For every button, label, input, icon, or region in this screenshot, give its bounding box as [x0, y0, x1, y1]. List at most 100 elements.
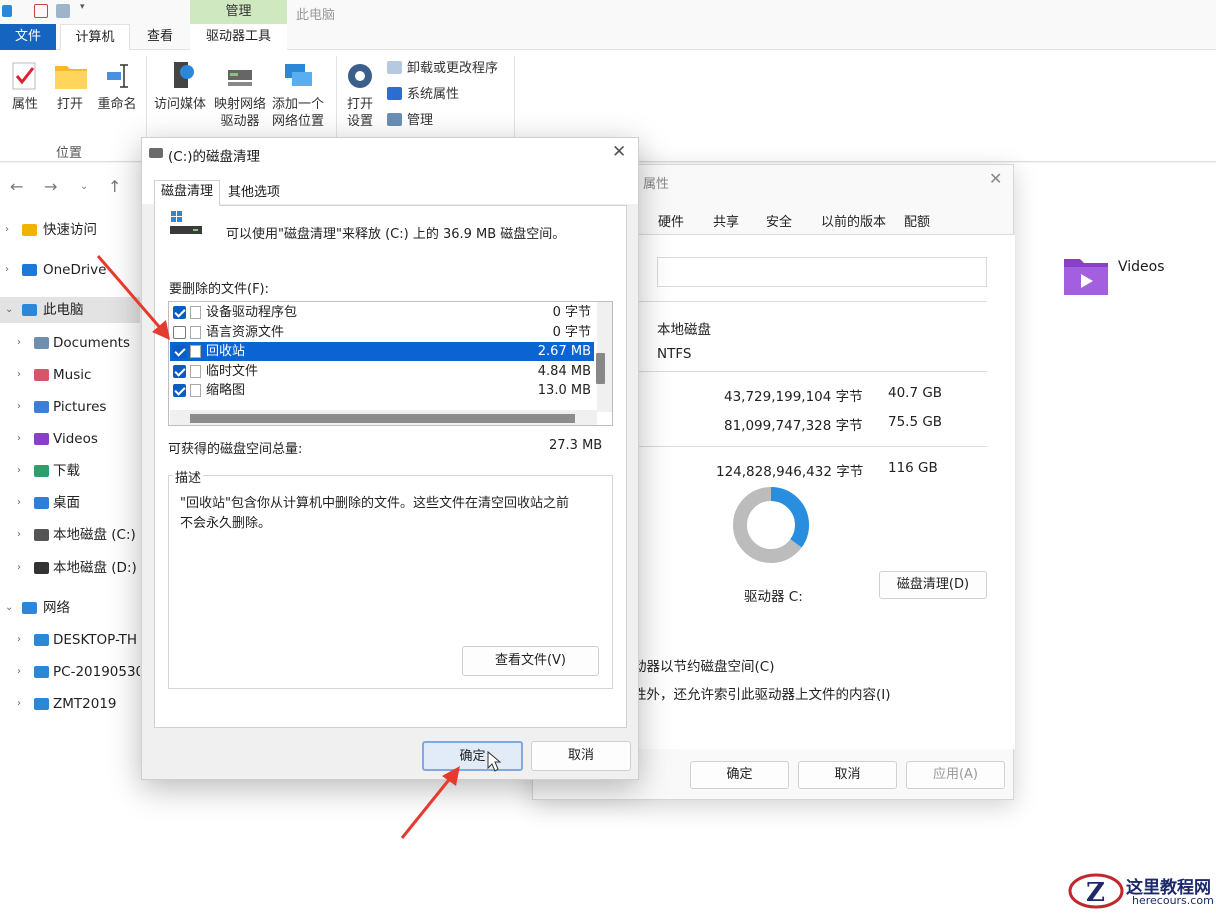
properties-button[interactable]: 属性 [6, 50, 44, 113]
checkbox[interactable] [173, 384, 186, 397]
sidebar-item[interactable]: › Documents [0, 330, 140, 356]
file-category-row[interactable]: 缩略图 13.0 MB [170, 381, 594, 400]
index-drive-option[interactable]: 性外，还允许索引此驱动器上文件的内容(I) [633, 683, 891, 703]
disk-cleanup-button[interactable]: 磁盘清理(D) [879, 571, 987, 599]
sidebar-item[interactable]: › DESKTOP-TH [0, 627, 140, 653]
map-network-drive-button[interactable]: 映射网络 驱动器 [211, 50, 269, 130]
checkbox[interactable] [173, 306, 186, 319]
context-tab-manage[interactable]: 管理 [190, 0, 287, 24]
chevron-icon[interactable]: › [17, 394, 21, 420]
chevron-icon[interactable]: › [5, 217, 9, 243]
horizontal-scroll-thumb[interactable] [190, 414, 575, 423]
manage-button[interactable]: 管理 [387, 111, 433, 131]
sidebar-item[interactable]: › 下载 [0, 458, 140, 484]
cleanup-ok-button[interactable]: 确定 [422, 741, 523, 771]
properties-cancel-button[interactable]: 取消 [798, 761, 897, 789]
file-icon [190, 325, 201, 339]
sidebar-item[interactable]: › Music [0, 362, 140, 388]
sidebar-item-label: Pictures [53, 399, 107, 415]
file-system-value: NTFS [657, 346, 692, 362]
properties-close-icon[interactable]: ✕ [989, 169, 1002, 188]
uninstall-programs-button[interactable]: 卸载或更改程序 [387, 59, 498, 79]
chevron-icon[interactable]: › [17, 362, 21, 388]
chevron-icon[interactable]: ⌄ [5, 297, 13, 323]
network-icon [22, 602, 37, 614]
chevron-icon[interactable]: › [17, 490, 21, 516]
properties-check-icon[interactable] [34, 4, 48, 18]
compress-drive-option[interactable]: 动器以节约磁盘空间(C) [633, 655, 774, 675]
chevron-icon[interactable]: › [17, 522, 21, 548]
chevron-icon[interactable]: › [17, 659, 21, 685]
videos-folder-item[interactable]: Videos [1062, 255, 1172, 305]
vertical-scroll-thumb[interactable] [596, 353, 605, 384]
tab-quota[interactable]: 配额 [904, 211, 930, 230]
add-network-location-button[interactable]: 添加一个 网络位置 [269, 50, 327, 130]
tab-previous-versions[interactable]: 以前的版本 [821, 211, 886, 230]
sidebar-item[interactable]: › Pictures [0, 394, 140, 420]
close-icon[interactable]: ✕ [612, 142, 626, 162]
system-properties-button[interactable]: 系统属性 [387, 85, 459, 105]
tab-view[interactable]: 查看 [136, 24, 184, 50]
sidebar-item-label: PC-20190530 [53, 664, 140, 680]
network-location-icon [282, 60, 314, 92]
back-arrow-icon[interactable]: ← [10, 177, 23, 196]
desktop-folder-icon [34, 497, 49, 509]
file-category-row[interactable]: 回收站 2.67 MB [170, 342, 594, 361]
checkbox[interactable] [173, 325, 186, 339]
chevron-icon[interactable]: › [17, 691, 21, 717]
chevron-icon[interactable]: › [5, 257, 9, 283]
chevron-down-icon[interactable]: ▾ [80, 2, 94, 16]
description-text-line-1: "回收站"包含你从计算机中删除的文件。这些文件在清空回收站之前 [180, 496, 569, 511]
tab-security[interactable]: 安全 [766, 211, 792, 230]
sidebar-item[interactable]: › 快速访问 [0, 217, 140, 243]
drive-type-value: 本地磁盘 [657, 322, 711, 338]
tab-disk-cleanup[interactable]: 磁盘清理 [154, 180, 221, 206]
disk-cleanup-app-icon [149, 148, 163, 158]
chevron-icon[interactable]: › [17, 555, 21, 581]
horizontal-scrollbar[interactable] [170, 410, 597, 425]
sidebar-item[interactable]: › OneDrive [0, 257, 140, 283]
rename-button[interactable]: 重命名 [96, 50, 138, 113]
cleanup-cancel-button[interactable]: 取消 [531, 741, 631, 771]
file-category-row[interactable]: 语言资源文件 0 字节 [170, 323, 594, 342]
chevron-icon[interactable]: › [17, 458, 21, 484]
sidebar-item[interactable]: › ZMT2019 [0, 691, 140, 717]
tab-sharing[interactable]: 共享 [713, 211, 739, 230]
sidebar-item[interactable]: ⌄ 网络 [0, 595, 140, 621]
folder-icon[interactable] [56, 4, 70, 18]
tab-computer[interactable]: 计算机 [60, 24, 130, 50]
chevron-icon[interactable]: › [17, 330, 21, 356]
tab-more-options[interactable]: 其他选项 [222, 182, 286, 206]
tab-drive-tools[interactable]: 驱动器工具 [190, 24, 287, 50]
chevron-icon[interactable]: › [17, 627, 21, 653]
file-category-row[interactable]: 设备驱动程序包 0 字节 [170, 303, 594, 322]
sidebar-item[interactable]: ⌄ 此电脑 [0, 297, 140, 323]
divider [633, 371, 987, 372]
drive-label-input[interactable] [657, 257, 987, 287]
open-settings-button[interactable]: 打开 设置 [341, 50, 379, 130]
map-network-drive-label-1: 映射网络 [213, 97, 266, 112]
sidebar-item[interactable]: › 本地磁盘 (C:) [0, 522, 140, 548]
chevron-icon[interactable]: › [17, 426, 21, 452]
properties-ok-button[interactable]: 确定 [690, 761, 789, 789]
sidebar-item[interactable]: › Videos [0, 426, 140, 452]
sidebar-item[interactable]: › 本地磁盘 (D:) [0, 555, 140, 581]
recent-locations-chevron-icon[interactable]: ⌄ [80, 181, 88, 192]
tab-file[interactable]: 文件 [0, 24, 56, 50]
up-arrow-icon[interactable]: ↑ [108, 177, 121, 196]
view-files-button[interactable]: 查看文件(V) [462, 646, 599, 676]
open-button[interactable]: 打开 [50, 50, 90, 113]
tab-hardware[interactable]: 硬件 [658, 211, 684, 230]
files-to-delete-list[interactable]: 缩略图 13.0 MB 临时文件 4.84 MB 回收站 2.67 MB 语言资源文件 0 字… [168, 301, 613, 426]
checkbox[interactable] [173, 345, 186, 358]
file-category-size: 0 字节 [552, 324, 591, 340]
checkbox[interactable] [173, 364, 186, 378]
recycle-bin-icon [190, 345, 201, 358]
forward-arrow-icon[interactable]: → [44, 177, 57, 196]
chevron-icon[interactable]: ⌄ [5, 595, 13, 621]
file-category-row[interactable]: 临时文件 4.84 MB [170, 362, 594, 381]
file-category-name: 缩略图 [206, 383, 246, 398]
sidebar-item[interactable]: › 桌面 [0, 490, 140, 516]
sidebar-item[interactable]: › PC-20190530 [0, 659, 140, 685]
access-media-button[interactable]: 访问媒体 [151, 50, 209, 113]
